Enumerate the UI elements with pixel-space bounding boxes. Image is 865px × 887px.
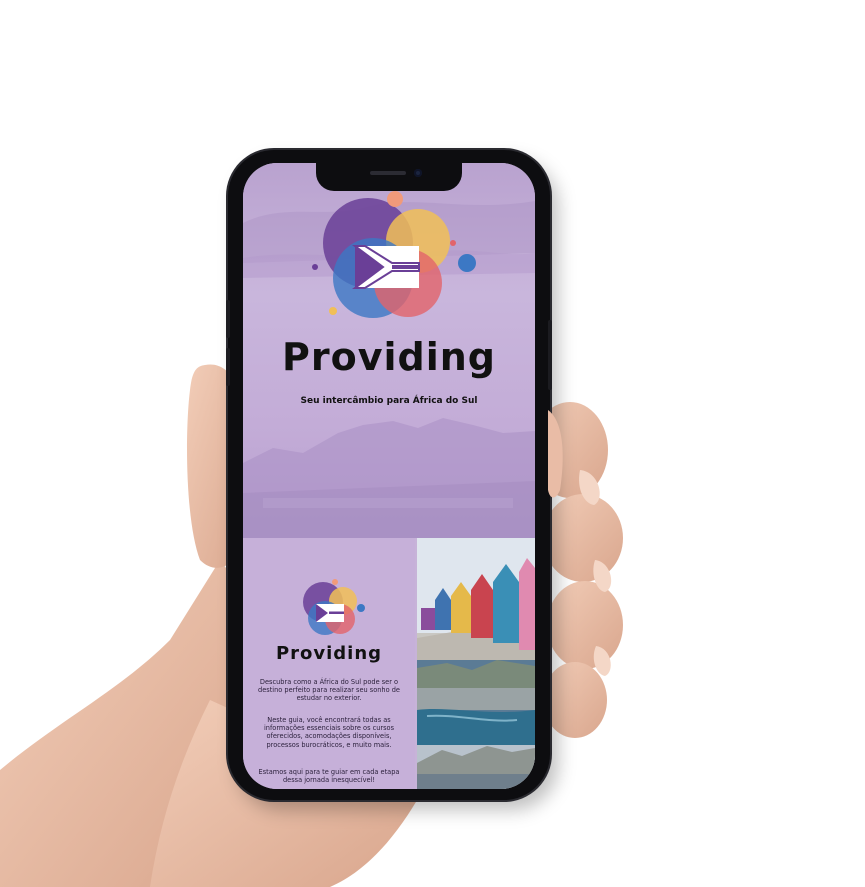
phone-notch (316, 163, 462, 191)
intro-paragraph-1: Descubra como a África do Sul pode ser o… (258, 678, 400, 703)
volume-button (226, 348, 230, 386)
panel-brand-title: Providing (275, 643, 383, 664)
phone-screen: Providing Seu intercâmbio para África do… (243, 163, 535, 789)
providing-logo-small (303, 579, 365, 635)
brand-title: Providing (282, 335, 496, 379)
front-camera-icon (414, 169, 422, 177)
intro-paragraph-2: Neste guia, você encontrará todas as inf… (263, 716, 395, 749)
photo-beach-huts (417, 538, 535, 789)
intro-paragraph-3: Estamos aqui para te guiar em cada etapa… (258, 768, 400, 785)
volume-button (226, 300, 230, 338)
power-button (548, 320, 552, 390)
photo-collage (417, 538, 535, 789)
providing-logo (312, 191, 476, 318)
earpiece-speaker (370, 171, 406, 175)
fingertips-overlay (548, 410, 563, 498)
south-africa-flag-icon (316, 604, 344, 622)
intro-panel: Providing Descubra como a África do Sul … (243, 538, 415, 789)
hero-section: Providing Seu intercâmbio para África do… (243, 163, 535, 538)
south-africa-flag-icon (352, 245, 420, 289)
tagline: Seu intercâmbio para África do Sul (300, 396, 478, 406)
